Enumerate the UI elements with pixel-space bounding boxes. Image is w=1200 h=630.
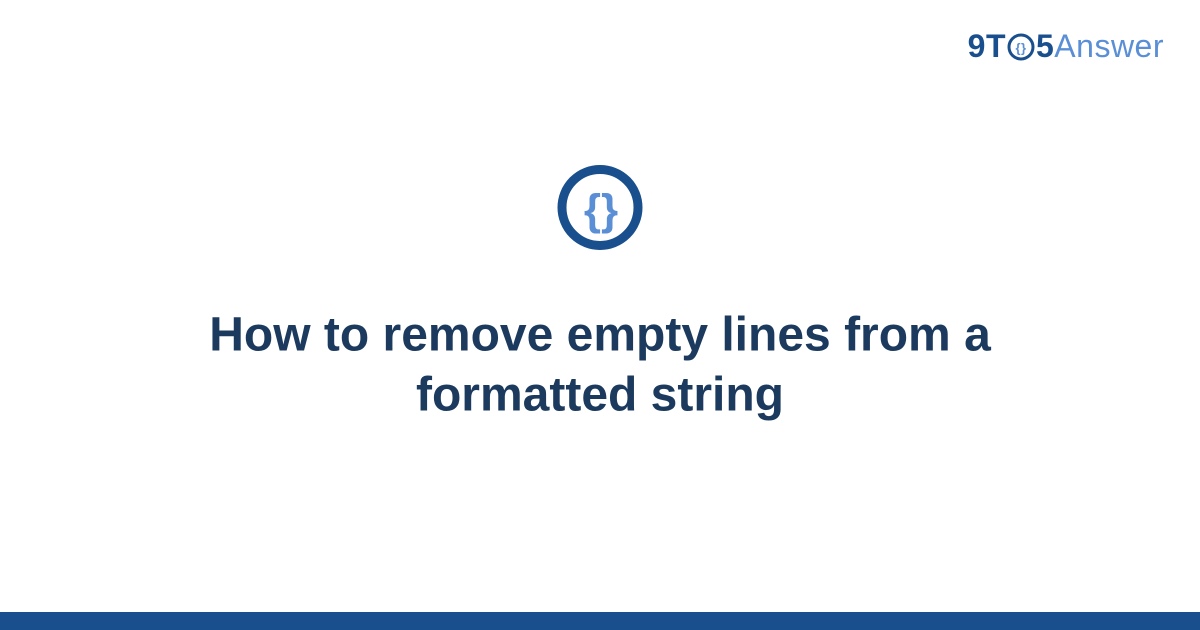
brace-right: } <box>601 185 618 234</box>
logo-text-5: 5 <box>1036 28 1054 65</box>
logo-o-icon: {} <box>1007 33 1035 61</box>
bottom-accent-bar <box>0 612 1200 630</box>
svg-text:{}: {} <box>584 185 618 234</box>
curly-braces-icon: {} <box>555 162 645 257</box>
brace-left: { <box>584 185 601 234</box>
svg-text:{}: {} <box>1015 40 1026 55</box>
site-logo: 9T {} 5 Answer <box>968 28 1164 65</box>
main-content: {} How to remove empty lines from a form… <box>0 162 1200 425</box>
page-title: How to remove empty lines from a formatt… <box>75 305 1125 425</box>
logo-text-9t: 9T <box>968 28 1006 65</box>
logo-text-answer: Answer <box>1054 28 1164 65</box>
